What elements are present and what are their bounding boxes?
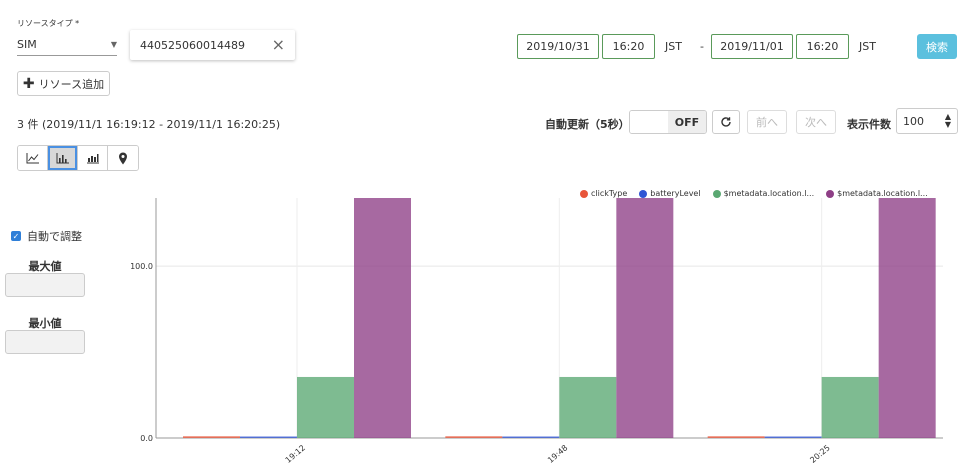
bar — [240, 436, 297, 438]
bar — [764, 436, 822, 438]
x-tick-label: 19:12 — [284, 443, 307, 463]
bar — [297, 376, 354, 438]
x-tick-label: 19:48 — [546, 443, 569, 463]
bar — [183, 436, 240, 438]
bar — [616, 198, 674, 438]
bar — [502, 436, 560, 438]
bar — [559, 376, 617, 438]
bar — [878, 198, 936, 438]
bar — [445, 436, 503, 438]
x-tick-label: 20:25 — [808, 443, 831, 463]
y-tick-label: 100.0 — [130, 262, 153, 271]
bar — [821, 376, 879, 438]
bar — [707, 436, 765, 438]
bar-chart: 0.0 100.0 19:12 19:48 20:25 — [130, 198, 943, 463]
bar — [354, 198, 411, 438]
y-tick-label: 0.0 — [140, 434, 153, 443]
